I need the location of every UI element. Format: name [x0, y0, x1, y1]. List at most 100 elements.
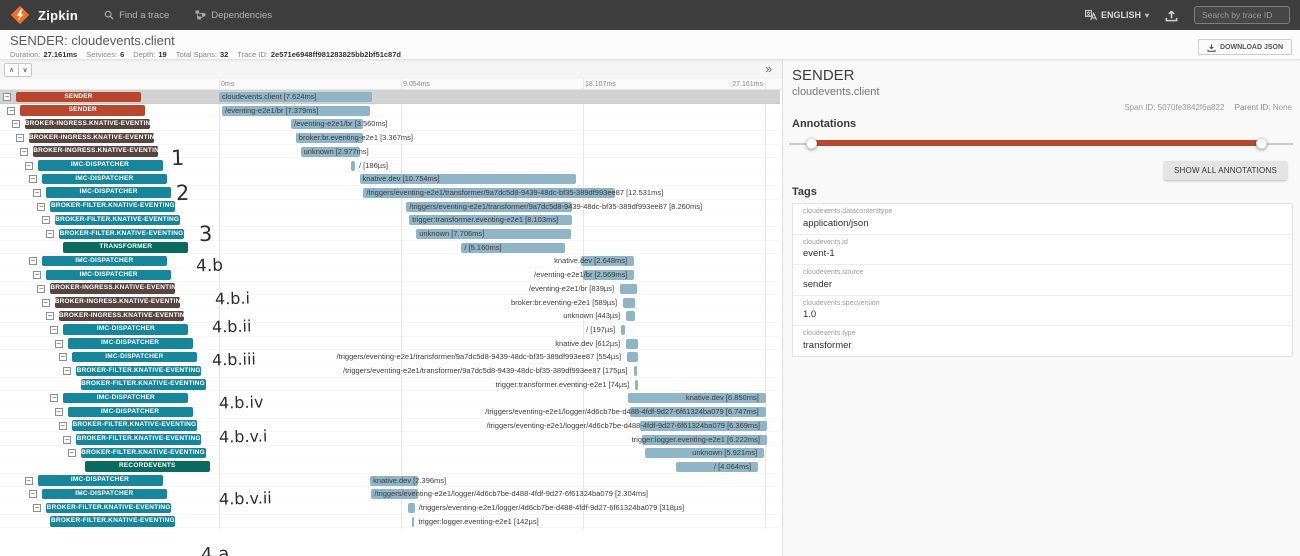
service-badge[interactable]: IMC-DISPATCHER: [38, 160, 163, 171]
collapse-span-toggle[interactable]: −: [16, 134, 24, 142]
trace-row[interactable]: −IMC-DISPATCHER/triggers/eventing-e2e1/l…: [0, 487, 780, 501]
trace-row[interactable]: −IMC-DISPATCHERknative.dev [2.648ms]: [0, 254, 780, 268]
collapse-span-toggle[interactable]: −: [68, 449, 76, 457]
trace-row[interactable]: −IMC-DISPATCHER/ [197µs]: [0, 323, 780, 337]
collapse-span-toggle[interactable]: −: [37, 203, 45, 211]
trace-row[interactable]: RECORDEVENTS/ [4.064ms]: [0, 460, 780, 474]
collapse-span-toggle[interactable]: −: [29, 257, 37, 265]
collapse-span-toggle[interactable]: −: [12, 120, 20, 128]
collapse-span-toggle[interactable]: −: [55, 408, 63, 416]
service-badge[interactable]: BROKER-FILTER.KNATIVE-EVENTING: [76, 366, 201, 377]
collapse-span-toggle[interactable]: −: [46, 312, 54, 320]
service-badge[interactable]: IMC-DISPATCHER: [46, 270, 171, 281]
trace-row[interactable]: −BROKER-FILTER.KNATIVE-EVENTING/triggers…: [0, 501, 780, 515]
collapse-span-toggle[interactable]: −: [50, 394, 58, 402]
service-badge[interactable]: RECORDEVENTS: [85, 461, 210, 472]
span-bar[interactable]: [627, 352, 638, 362]
service-badge[interactable]: BROKER-FILTER.KNATIVE-EVENTING: [59, 229, 184, 240]
collapse-span-toggle[interactable]: −: [63, 367, 71, 375]
collapse-detail-icon[interactable]: »: [765, 62, 772, 76]
span-bar[interactable]: [635, 380, 638, 390]
trace-row[interactable]: −IMC-DISPATCHER/triggers/eventing-e2e1/l…: [0, 405, 780, 419]
service-badge[interactable]: IMC-DISPATCHER: [42, 174, 167, 185]
collapse-span-toggle[interactable]: −: [3, 93, 11, 101]
service-badge[interactable]: SENDER: [20, 105, 145, 116]
collapse-span-toggle[interactable]: −: [29, 175, 37, 183]
trace-row[interactable]: −IMC-DISPATCHER/triggers/eventing-e2e1/t…: [0, 186, 780, 200]
trace-row[interactable]: −SENDER/eventing-e2e1/br [7.379ms]: [0, 104, 780, 118]
service-badge[interactable]: BROKER-INGRESS.KNATIVE-EVENTING: [29, 133, 154, 144]
trace-row[interactable]: −BROKER-FILTER.KNATIVE-EVENTING/triggers…: [0, 200, 780, 214]
trace-row[interactable]: TRANSFORMER/ [5.160ms]: [0, 241, 780, 255]
service-badge[interactable]: BROKER-FILTER.KNATIVE-EVENTING: [81, 448, 206, 459]
service-badge[interactable]: IMC-DISPATCHER: [42, 489, 167, 500]
service-badge[interactable]: BROKER-FILTER.KNATIVE-EVENTING: [46, 503, 171, 514]
brand[interactable]: Zipkin: [10, 5, 78, 25]
collapse-span-toggle[interactable]: −: [55, 340, 63, 348]
service-badge[interactable]: TRANSFORMER: [63, 242, 188, 253]
trace-row[interactable]: BROKER-FILTER.KNATIVE-EVENTINGtrigger:tr…: [0, 378, 780, 392]
collapse-span-toggle[interactable]: −: [42, 299, 50, 307]
service-badge[interactable]: IMC-DISPATCHER: [68, 407, 193, 418]
trace-row[interactable]: −BROKER-INGRESS.KNATIVE-EVENTING/eventin…: [0, 117, 780, 131]
collapse-span-toggle[interactable]: −: [33, 504, 41, 512]
brand-name[interactable]: Zipkin: [38, 8, 78, 23]
collapse-span-toggle[interactable]: −: [50, 326, 58, 334]
service-badge[interactable]: SENDER: [16, 92, 141, 103]
shrink-rows-button[interactable]: ∧: [4, 63, 18, 77]
upload-button[interactable]: [1165, 9, 1178, 22]
service-badge[interactable]: BROKER-INGRESS.KNATIVE-EVENTING: [33, 146, 158, 157]
annotation-slider-handle-end[interactable]: [1256, 138, 1267, 149]
service-badge[interactable]: IMC-DISPATCHER: [38, 475, 163, 486]
trace-row[interactable]: −BROKER-INGRESS.KNATIVE-EVENTINGunknown …: [0, 309, 780, 323]
language-selector[interactable]: ENGLISH ▾: [1085, 10, 1149, 21]
trace-row[interactable]: −BROKER-INGRESS.KNATIVE-EVENTING/eventin…: [0, 282, 780, 296]
download-json-button[interactable]: DOWNLOAD JSON: [1198, 39, 1292, 55]
span-bar[interactable]: [620, 284, 637, 294]
trace-row[interactable]: −BROKER-FILTER.KNATIVE-EVENTINGtrigger:l…: [0, 433, 780, 447]
collapse-span-toggle[interactable]: −: [59, 353, 67, 361]
service-badge[interactable]: BROKER-FILTER.KNATIVE-EVENTING: [72, 420, 197, 431]
span-bar[interactable]: [634, 366, 638, 376]
trace-row[interactable]: −SENDERcloudevents.client [7.624ms]: [0, 90, 780, 104]
service-badge[interactable]: BROKER-FILTER.KNATIVE-EVENTING: [81, 379, 206, 390]
span-bar[interactable]: [408, 503, 414, 513]
service-badge[interactable]: BROKER-FILTER.KNATIVE-EVENTING: [76, 434, 201, 445]
grow-rows-button[interactable]: ∨: [18, 63, 32, 77]
service-badge[interactable]: IMC-DISPATCHER: [63, 393, 188, 404]
nav-find-a-trace[interactable]: Find a trace: [104, 10, 169, 21]
collapse-span-toggle[interactable]: −: [29, 490, 37, 498]
collapse-span-toggle[interactable]: −: [7, 107, 15, 115]
service-badge[interactable]: BROKER-FILTER.KNATIVE-EVENTING: [50, 201, 175, 212]
trace-row[interactable]: −BROKER-FILTER.KNATIVE-EVENTINGtrigger:t…: [0, 213, 780, 227]
trace-row[interactable]: −BROKER-INGRESS.KNATIVE-EVENTINGbroker:b…: [0, 131, 780, 145]
service-badge[interactable]: BROKER-FILTER.KNATIVE-EVENTING: [50, 516, 175, 527]
trace-row[interactable]: −BROKER-FILTER.KNATIVE-EVENTING/triggers…: [0, 364, 780, 378]
trace-row[interactable]: −IMC-DISPATCHERknative.dev [10.754ms]: [0, 172, 780, 186]
trace-row[interactable]: −IMC-DISPATCHER/triggers/eventing-e2e1/t…: [0, 350, 780, 364]
collapse-span-toggle[interactable]: −: [42, 216, 50, 224]
service-badge[interactable]: BROKER-INGRESS.KNATIVE-EVENTING: [50, 283, 175, 294]
nav-dependencies[interactable]: Dependencies: [195, 10, 272, 21]
trace-row[interactable]: −BROKER-FILTER.KNATIVE-EVENTINGunknown […: [0, 227, 780, 241]
service-badge[interactable]: IMC-DISPATCHER: [68, 338, 193, 349]
service-badge[interactable]: IMC-DISPATCHER: [72, 352, 197, 363]
collapse-span-toggle[interactable]: −: [25, 162, 33, 170]
service-badge[interactable]: IMC-DISPATCHER: [46, 187, 171, 198]
span-bar[interactable]: [623, 298, 635, 308]
trace-row[interactable]: −BROKER-INGRESS.KNATIVE-EVENTINGunknown …: [0, 145, 780, 159]
collapse-span-toggle[interactable]: −: [46, 230, 54, 238]
show-all-annotations-button[interactable]: SHOW ALL ANNOTATIONS: [1164, 161, 1287, 180]
search-by-trace-id-input[interactable]: [1194, 6, 1290, 24]
trace-row[interactable]: −BROKER-INGRESS.KNATIVE-EVENTINGbroker:b…: [0, 296, 780, 310]
span-bar[interactable]: [351, 161, 355, 171]
trace-row[interactable]: −IMC-DISPATCHERknative.dev [612µs]: [0, 337, 780, 351]
collapse-span-toggle[interactable]: −: [37, 285, 45, 293]
span-bar[interactable]: [626, 311, 635, 321]
annotation-slider-handle-start[interactable]: [806, 138, 817, 149]
span-bar[interactable]: [621, 325, 625, 335]
collapse-span-toggle[interactable]: −: [63, 436, 71, 444]
trace-row[interactable]: BROKER-FILTER.KNATIVE-EVENTINGtrigger:lo…: [0, 515, 780, 529]
service-badge[interactable]: BROKER-INGRESS.KNATIVE-EVENTING: [59, 311, 184, 322]
service-badge[interactable]: IMC-DISPATCHER: [42, 256, 167, 267]
